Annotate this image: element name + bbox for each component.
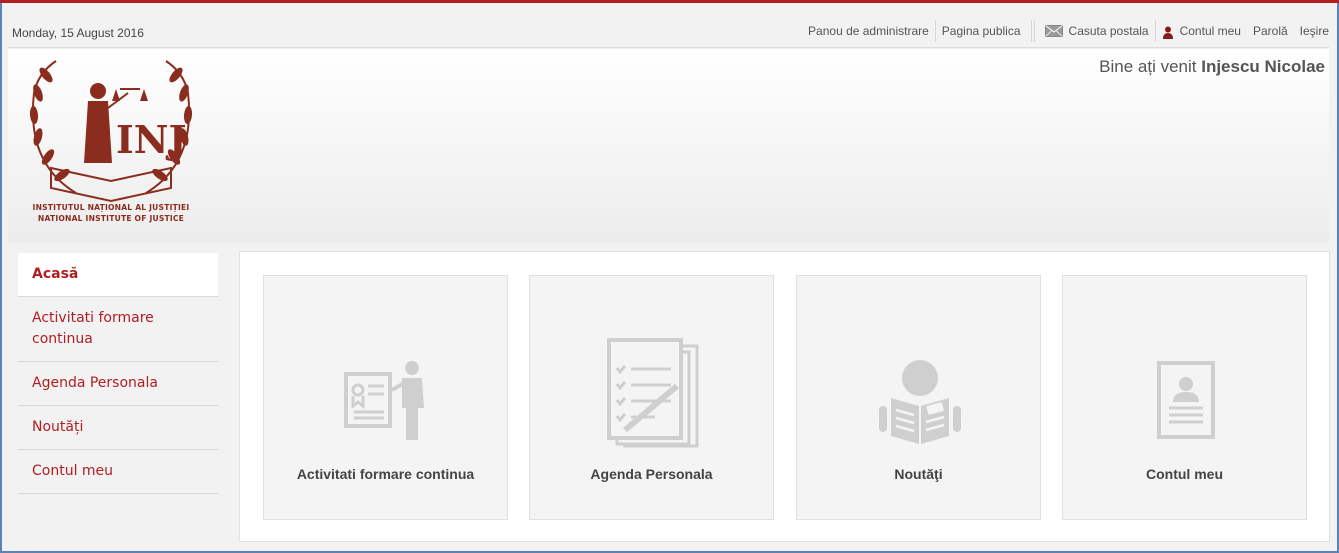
mail-icon[interactable]: [1044, 25, 1063, 37]
user-name: Injescu Nicolae: [1201, 57, 1325, 76]
sidebar-item-news[interactable]: Noutăți: [18, 406, 218, 450]
account-link[interactable]: Contul meu: [1156, 24, 1247, 39]
logo-text-english: NATIONAL INSTITUTE OF JUSTICE: [37, 214, 185, 223]
tile-my-account[interactable]: Contul meu: [1062, 275, 1307, 520]
tile-news[interactable]: Noutăţi: [796, 275, 1041, 520]
sidebar-item-training-activities[interactable]: Activitati formare continua: [18, 297, 218, 362]
sidebar-item-home[interactable]: Acasă: [18, 253, 218, 297]
dashboard-panel: Activitati formare continua Agenda Perso…: [239, 251, 1330, 542]
welcome-message: Bine ați venit Injescu Nicolae: [1099, 57, 1325, 77]
welcome-prefix: Bine ați venit: [1099, 57, 1197, 76]
newspaper-reader-icon: [879, 360, 961, 444]
institute-logo[interactable]: INJ INSTITUTUL NAȚIONAL AL JUSTIȚIEI NAT…: [16, 53, 206, 238]
profile-card-icon: [1157, 361, 1215, 439]
tile-label: Noutăţi: [894, 466, 943, 482]
user-icon: [1162, 26, 1174, 39]
divider: [1030, 20, 1035, 42]
logout-link[interactable]: Ieşire: [1294, 24, 1329, 38]
logo-text-romanian: INSTITUTUL NAȚIONAL AL JUSTIȚIEI: [32, 203, 190, 212]
mailbox-link[interactable]: Casuta postala: [1069, 24, 1155, 38]
site-header: Bine ați venit Injescu Nicolae INJ INSTI…: [8, 49, 1329, 243]
tile-training-activities[interactable]: Activitati formare continua: [263, 275, 508, 520]
sidebar-item-my-account[interactable]: Contul meu: [18, 450, 218, 494]
justice-emblem-icon: INJ: [29, 60, 193, 203]
tile-label: Activitati formare continua: [296, 466, 475, 482]
tile-label: Contul meu: [1146, 466, 1223, 482]
public-page-link[interactable]: Pagina publica: [936, 24, 1027, 38]
tile-personal-agenda[interactable]: Agenda Personala: [529, 275, 774, 520]
top-links: Panou de administrare Pagina publica Cas…: [802, 20, 1329, 42]
tile-label: Agenda Personala: [590, 466, 713, 482]
admin-panel-link[interactable]: Panou de administrare: [802, 24, 935, 38]
svg-text:INJ: INJ: [116, 117, 187, 162]
top-accent-rule: [0, 0, 1339, 3]
checklist-icon: [607, 338, 699, 448]
presentation-icon: [344, 361, 424, 440]
top-bar: Monday, 15 August 2016 Panou de administ…: [8, 14, 1329, 48]
account-link-label: Contul meu: [1179, 24, 1241, 38]
password-link[interactable]: Parolă: [1247, 24, 1294, 38]
sidebar-nav: Acasă Activitati formare continua Agenda…: [18, 253, 218, 494]
current-date: Monday, 15 August 2016: [12, 26, 144, 40]
sidebar-item-personal-agenda[interactable]: Agenda Personala: [18, 362, 218, 406]
